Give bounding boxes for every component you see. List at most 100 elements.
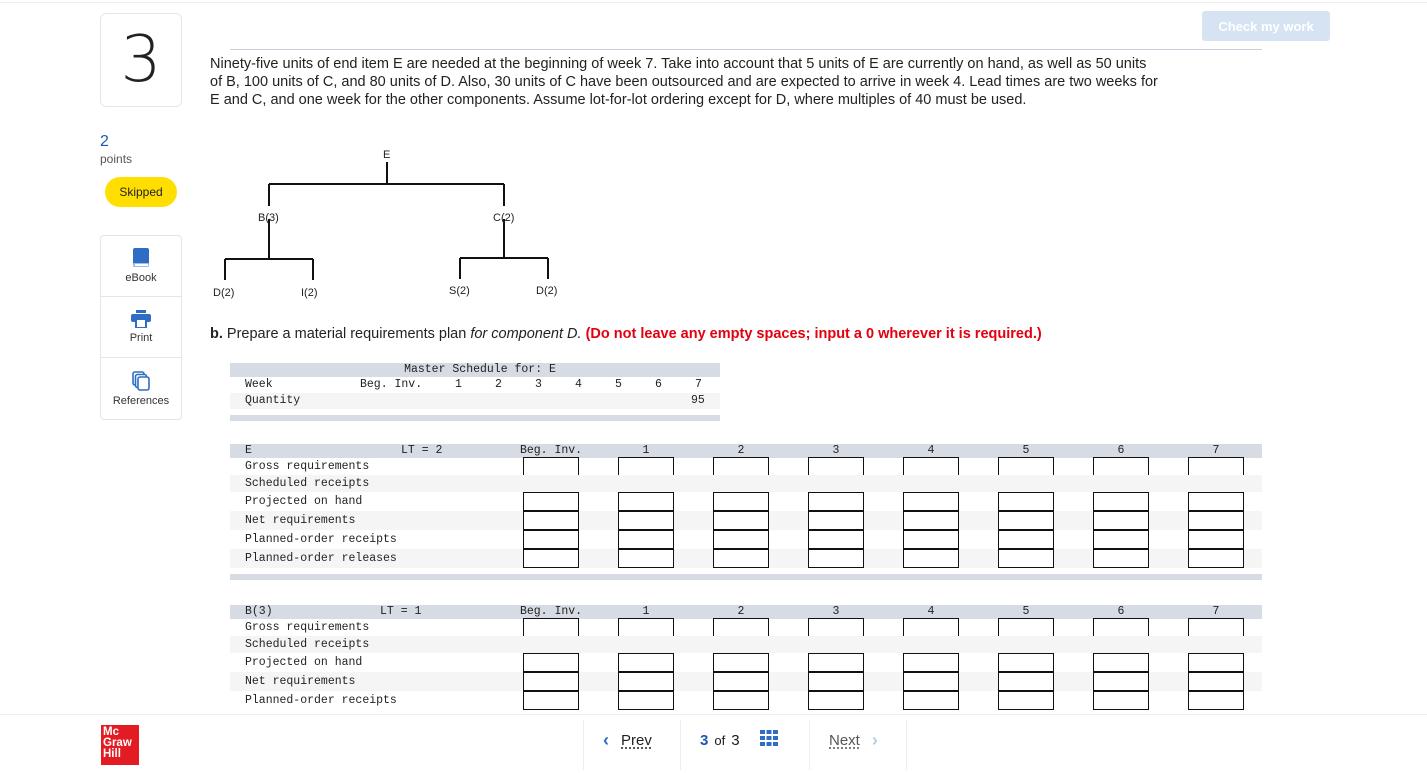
part-b-italic: for component D.: [470, 326, 582, 342]
week-6-input[interactable]: [1093, 492, 1149, 511]
week-1-input[interactable]: [618, 457, 674, 476]
week-5-input[interactable]: [998, 691, 1054, 710]
beg-inv-label: Beg. Inv.: [360, 378, 423, 391]
lead-time-label: LT = 1: [380, 605, 422, 618]
week-2-input[interactable]: [713, 492, 769, 511]
week-2-input[interactable]: [713, 530, 769, 549]
beg-inv-input[interactable]: [523, 492, 579, 511]
mrp-row-net-requirements: Net requirements: [230, 511, 1262, 530]
next-button[interactable]: Next ›: [829, 715, 878, 765]
check-my-work-button[interactable]: Check my work: [1202, 11, 1330, 41]
master-schedule-footer-bar: [230, 415, 720, 421]
mrp-table-header: B(3) LT = 1 Beg. Inv. 1 2 3 4 5 6 7: [230, 605, 1262, 619]
week-5-input[interactable]: [998, 492, 1054, 511]
week-3-input[interactable]: [808, 618, 864, 637]
week-2-input[interactable]: [713, 672, 769, 691]
week-1-input[interactable]: [618, 618, 674, 637]
grid-icon[interactable]: [759, 730, 778, 750]
print-button[interactable]: Print: [101, 297, 181, 358]
mcgraw-hill-logo: Mc Graw Hill: [101, 725, 139, 765]
week-5-input[interactable]: [998, 511, 1054, 530]
part-b-instructions: b. Prepare a material requirements plan …: [210, 326, 1042, 342]
week-2-input[interactable]: [713, 691, 769, 710]
week-4-input[interactable]: [903, 618, 959, 637]
week-4-input[interactable]: [903, 653, 959, 672]
week-2-input[interactable]: [713, 511, 769, 530]
week-5-input[interactable]: [998, 672, 1054, 691]
week-4-input[interactable]: [903, 511, 959, 530]
week-header-4: 4: [927, 605, 935, 618]
mrp-row-planned-order-receipts: Planned-order receipts: [230, 691, 1262, 710]
week-2-input[interactable]: [713, 457, 769, 476]
beg-inv-input[interactable]: [523, 511, 579, 530]
week-6-input[interactable]: [1093, 511, 1149, 530]
week-6-input[interactable]: [1093, 457, 1149, 476]
mrp-row-gross-requirements: Gross requirements: [230, 457, 1262, 476]
week-4-input[interactable]: [903, 530, 959, 549]
ebook-button[interactable]: eBook: [101, 236, 181, 297]
prev-button[interactable]: ‹ Prev: [603, 715, 652, 765]
week-1-input[interactable]: [618, 511, 674, 530]
week-3-input[interactable]: [808, 530, 864, 549]
week-2-input[interactable]: [713, 549, 769, 568]
week-7-input[interactable]: [1188, 530, 1244, 549]
week-3-input[interactable]: [808, 653, 864, 672]
week-4-input[interactable]: [903, 672, 959, 691]
master-schedule-week-3: 3: [535, 378, 542, 391]
week-2-input[interactable]: [713, 653, 769, 672]
week-7-input[interactable]: [1188, 691, 1244, 710]
week-3-input[interactable]: [808, 511, 864, 530]
week-7-input[interactable]: [1188, 653, 1244, 672]
week-6-input[interactable]: [1093, 653, 1149, 672]
master-schedule-week-2: 2: [495, 378, 502, 391]
week-5-input[interactable]: [998, 457, 1054, 476]
beg-inv-input[interactable]: [523, 549, 579, 568]
week-6-input[interactable]: [1093, 530, 1149, 549]
copy-icon: [132, 370, 150, 391]
mrp-row-gross-requirements: Gross requirements: [230, 618, 1262, 637]
week-4-input[interactable]: [903, 549, 959, 568]
week-header-6: 6: [1117, 605, 1125, 618]
beg-inv-input[interactable]: [523, 457, 579, 476]
week-6-input[interactable]: [1093, 549, 1149, 568]
week-7-input[interactable]: [1188, 672, 1244, 691]
week-3-input[interactable]: [808, 492, 864, 511]
week-7-input[interactable]: [1188, 511, 1244, 530]
week-3-input[interactable]: [808, 672, 864, 691]
week-6-input[interactable]: [1093, 691, 1149, 710]
beg-inv-input[interactable]: [523, 618, 579, 637]
part-b-prefix: b.: [210, 326, 223, 342]
week-7-input[interactable]: [1188, 492, 1244, 511]
beg-inv-input[interactable]: [523, 672, 579, 691]
week-3-input[interactable]: [808, 457, 864, 476]
week-1-input[interactable]: [618, 672, 674, 691]
references-button[interactable]: References: [101, 358, 181, 419]
week-4-input[interactable]: [903, 691, 959, 710]
week-4-input[interactable]: [903, 457, 959, 476]
week-1-input[interactable]: [618, 691, 674, 710]
nav-divider: [680, 720, 681, 770]
week-7-input[interactable]: [1188, 549, 1244, 568]
week-7-input[interactable]: [1188, 618, 1244, 637]
beg-inv-input[interactable]: [523, 530, 579, 549]
week-7-input[interactable]: [1188, 457, 1244, 476]
week-4-input[interactable]: [903, 492, 959, 511]
week-5-input[interactable]: [998, 549, 1054, 568]
week-2-input[interactable]: [713, 618, 769, 637]
chevron-left-icon: ‹: [603, 729, 609, 750]
week-3-input[interactable]: [808, 549, 864, 568]
week-1-input[interactable]: [618, 492, 674, 511]
beg-inv-input[interactable]: [523, 691, 579, 710]
week-6-input[interactable]: [1093, 618, 1149, 637]
master-schedule-title: Master Schedule for: E: [230, 363, 720, 377]
week-1-input[interactable]: [618, 549, 674, 568]
week-3-input[interactable]: [808, 691, 864, 710]
beg-inv-input[interactable]: [523, 653, 579, 672]
week-5-input[interactable]: [998, 653, 1054, 672]
week-6-input[interactable]: [1093, 672, 1149, 691]
week-5-input[interactable]: [998, 618, 1054, 637]
mrp-row-projected-on-hand: Projected on hand: [230, 653, 1262, 672]
week-1-input[interactable]: [618, 653, 674, 672]
week-5-input[interactable]: [998, 530, 1054, 549]
week-1-input[interactable]: [618, 530, 674, 549]
